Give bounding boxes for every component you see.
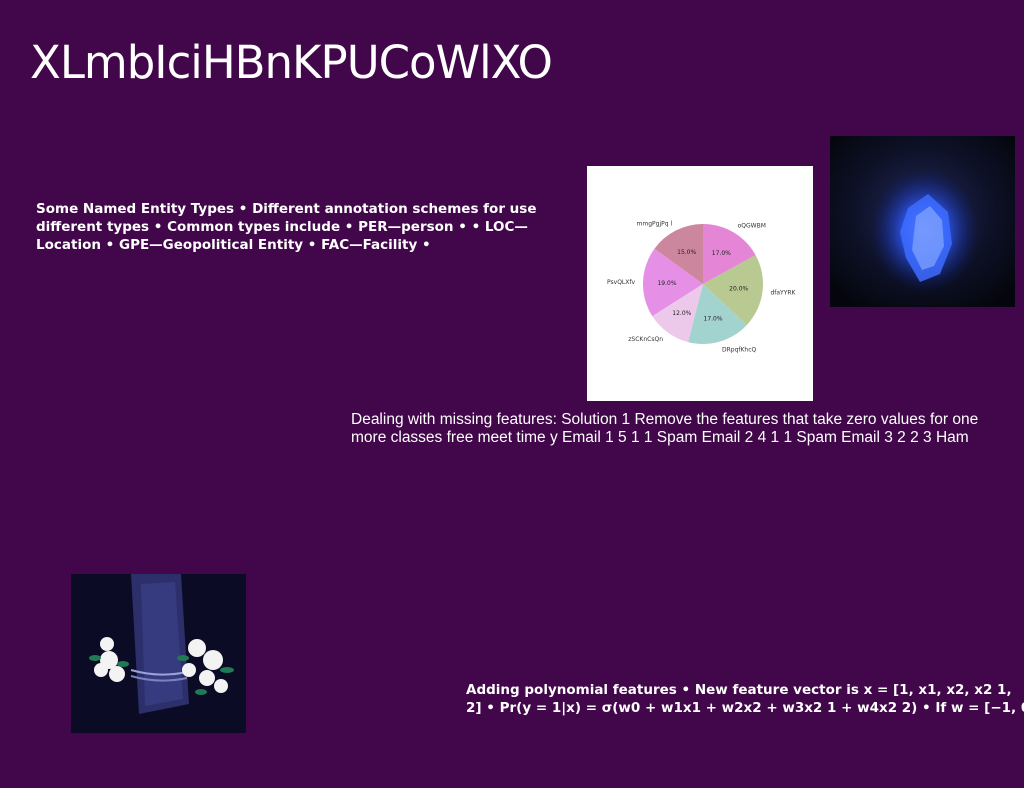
polynomial-features-text: Adding polynomial features • New feature… <box>466 681 1024 717</box>
pie-value-label: 20.0% <box>729 286 748 293</box>
pie-value-label: 12.0% <box>672 310 691 317</box>
pie-category-label: oQGWBM <box>738 222 766 229</box>
ner-types-text: Some Named Entity Types • Different anno… <box>36 201 537 253</box>
pie-value-label: 17.0% <box>712 250 731 257</box>
polynomial-features-line-1: Adding polynomial features • New feature… <box>466 682 1012 698</box>
pie-category-label: DRpqfKhcQ <box>722 346 757 353</box>
pie-chart: 17.0% oQGWBM 20.0% dfaYYRK 17.0% DRpqfKhcQ 12.… <box>607 220 797 353</box>
flowers-photo <box>71 574 246 733</box>
pie-value-label: 15.0% <box>677 249 696 256</box>
pie-value-label: 19.0% <box>657 280 676 287</box>
slide-title: XLmbIciHBnKPUCoWlXO <box>30 36 553 89</box>
pie-category-label: PsvQLXfv <box>607 279 635 286</box>
pie-category-label: mmgPgjPq l <box>637 220 673 227</box>
glowing-crystal-photo <box>830 136 1015 307</box>
missing-features-text: Dealing with missing features: Solution … <box>351 411 979 446</box>
pie-category-label: zSCKnCsQn <box>628 336 663 343</box>
pie-value-label: 17.0% <box>704 316 723 323</box>
pie-chart-panel: 17.0% oQGWBM 20.0% dfaYYRK 17.0% DRpqfKhcQ 12.… <box>587 166 813 401</box>
polynomial-features-line-2: 2] • Pr(y = 1|x) = σ(w0 + w1x1 + w2x2 + … <box>466 700 1024 716</box>
pie-category-label: dfaYYRK <box>770 290 796 297</box>
